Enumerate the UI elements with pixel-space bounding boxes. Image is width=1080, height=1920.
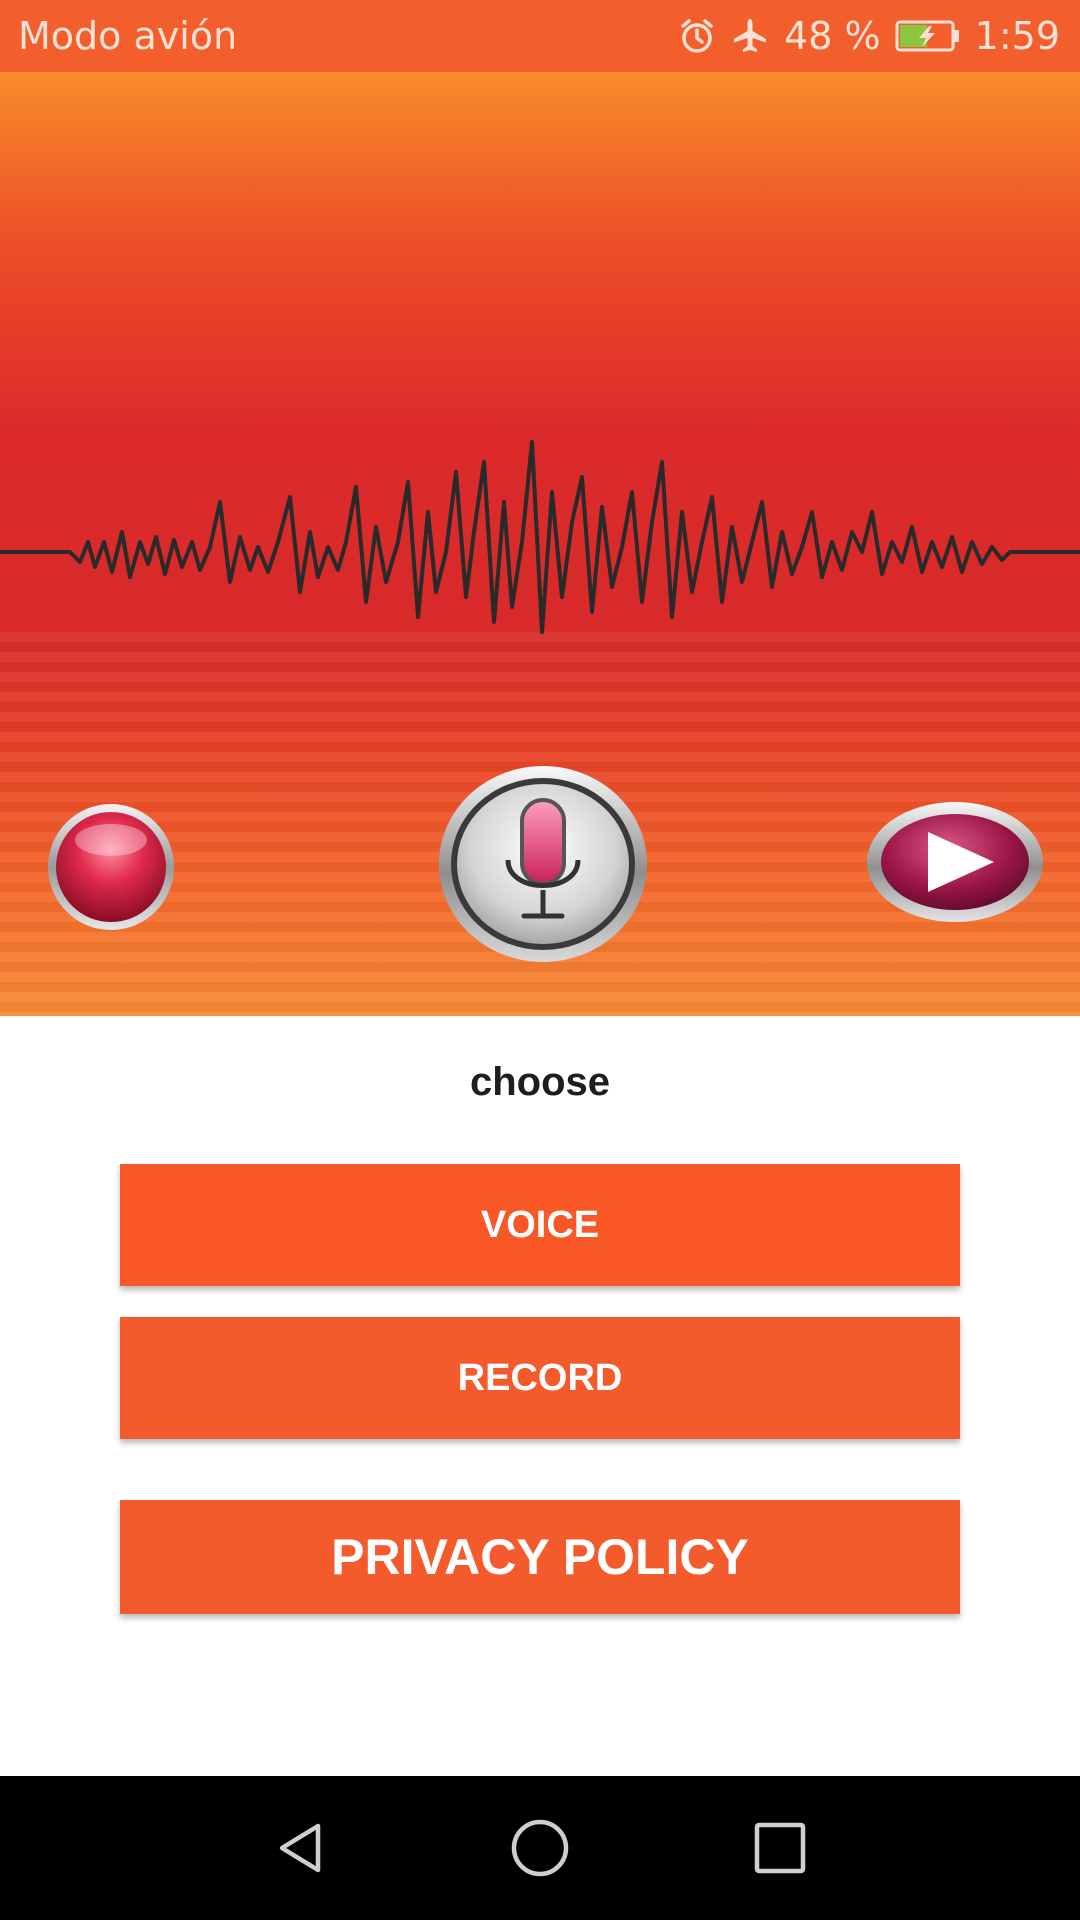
status-bar: Modo avión 48 % 1:59 bbox=[0, 0, 1080, 72]
record-button[interactable]: RECORD bbox=[120, 1317, 960, 1439]
microphone-icon[interactable] bbox=[438, 764, 648, 964]
hero-banner bbox=[0, 72, 1080, 1016]
airplane-icon bbox=[730, 16, 770, 56]
waveform-graphic bbox=[0, 440, 1080, 634]
status-icons: 48 % 1:59 bbox=[678, 0, 1060, 72]
status-airplane-mode-text: Modo avión bbox=[18, 14, 238, 58]
battery-percent-text: 48 % bbox=[784, 14, 881, 58]
back-icon[interactable] bbox=[220, 1776, 380, 1920]
voice-button[interactable]: VOICE bbox=[120, 1164, 960, 1286]
clock-time: 1:59 bbox=[974, 14, 1060, 58]
navigation-bar bbox=[0, 1776, 1080, 1920]
alarm-icon bbox=[678, 17, 716, 55]
choose-heading: choose bbox=[469, 1060, 611, 1104]
play-button-icon[interactable] bbox=[866, 800, 1044, 924]
home-icon[interactable] bbox=[460, 1776, 620, 1920]
record-button-icon[interactable] bbox=[46, 802, 176, 932]
recents-icon[interactable] bbox=[700, 1776, 860, 1920]
app-screen: Modo avión 48 % 1:59 choose VOICE RECORD… bbox=[0, 0, 1080, 1920]
privacy-policy-button[interactable]: PRIVACY POLICY bbox=[120, 1500, 960, 1614]
battery-charging-icon bbox=[895, 18, 961, 54]
